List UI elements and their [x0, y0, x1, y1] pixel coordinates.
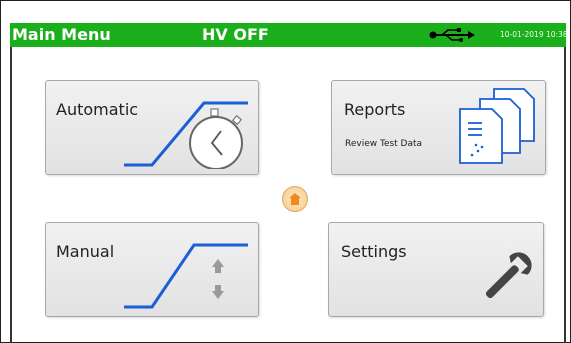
wrench-icon [485, 252, 532, 299]
settings-label: Settings [341, 242, 407, 261]
ramp-arrows-icon [124, 243, 248, 309]
reports-subtitle: Review Test Data [345, 139, 423, 149]
datetime: 10-01-2019 10:38 [500, 30, 568, 39]
usb-icon [429, 28, 475, 42]
manual-label: Manual [56, 242, 115, 261]
frame-left-border [10, 47, 12, 343]
stopwatch-ramp-icon [124, 101, 248, 169]
reports-label: Reports [344, 100, 406, 119]
reports-button[interactable]: Reports Review Test Data [331, 80, 546, 175]
home-button[interactable] [282, 186, 308, 212]
automatic-button[interactable]: Automatic [45, 80, 259, 175]
frame-right-border [564, 47, 566, 343]
manual-button[interactable]: Manual [45, 222, 259, 317]
documents-icon [459, 88, 535, 164]
settings-button[interactable]: Settings [328, 222, 544, 317]
home-icon [289, 193, 301, 205]
hv-status: HV OFF [202, 25, 269, 44]
page-title: Main Menu [12, 25, 111, 44]
header-bar: Main Menu HV OFF 10-01-2019 10:38 [10, 23, 568, 47]
